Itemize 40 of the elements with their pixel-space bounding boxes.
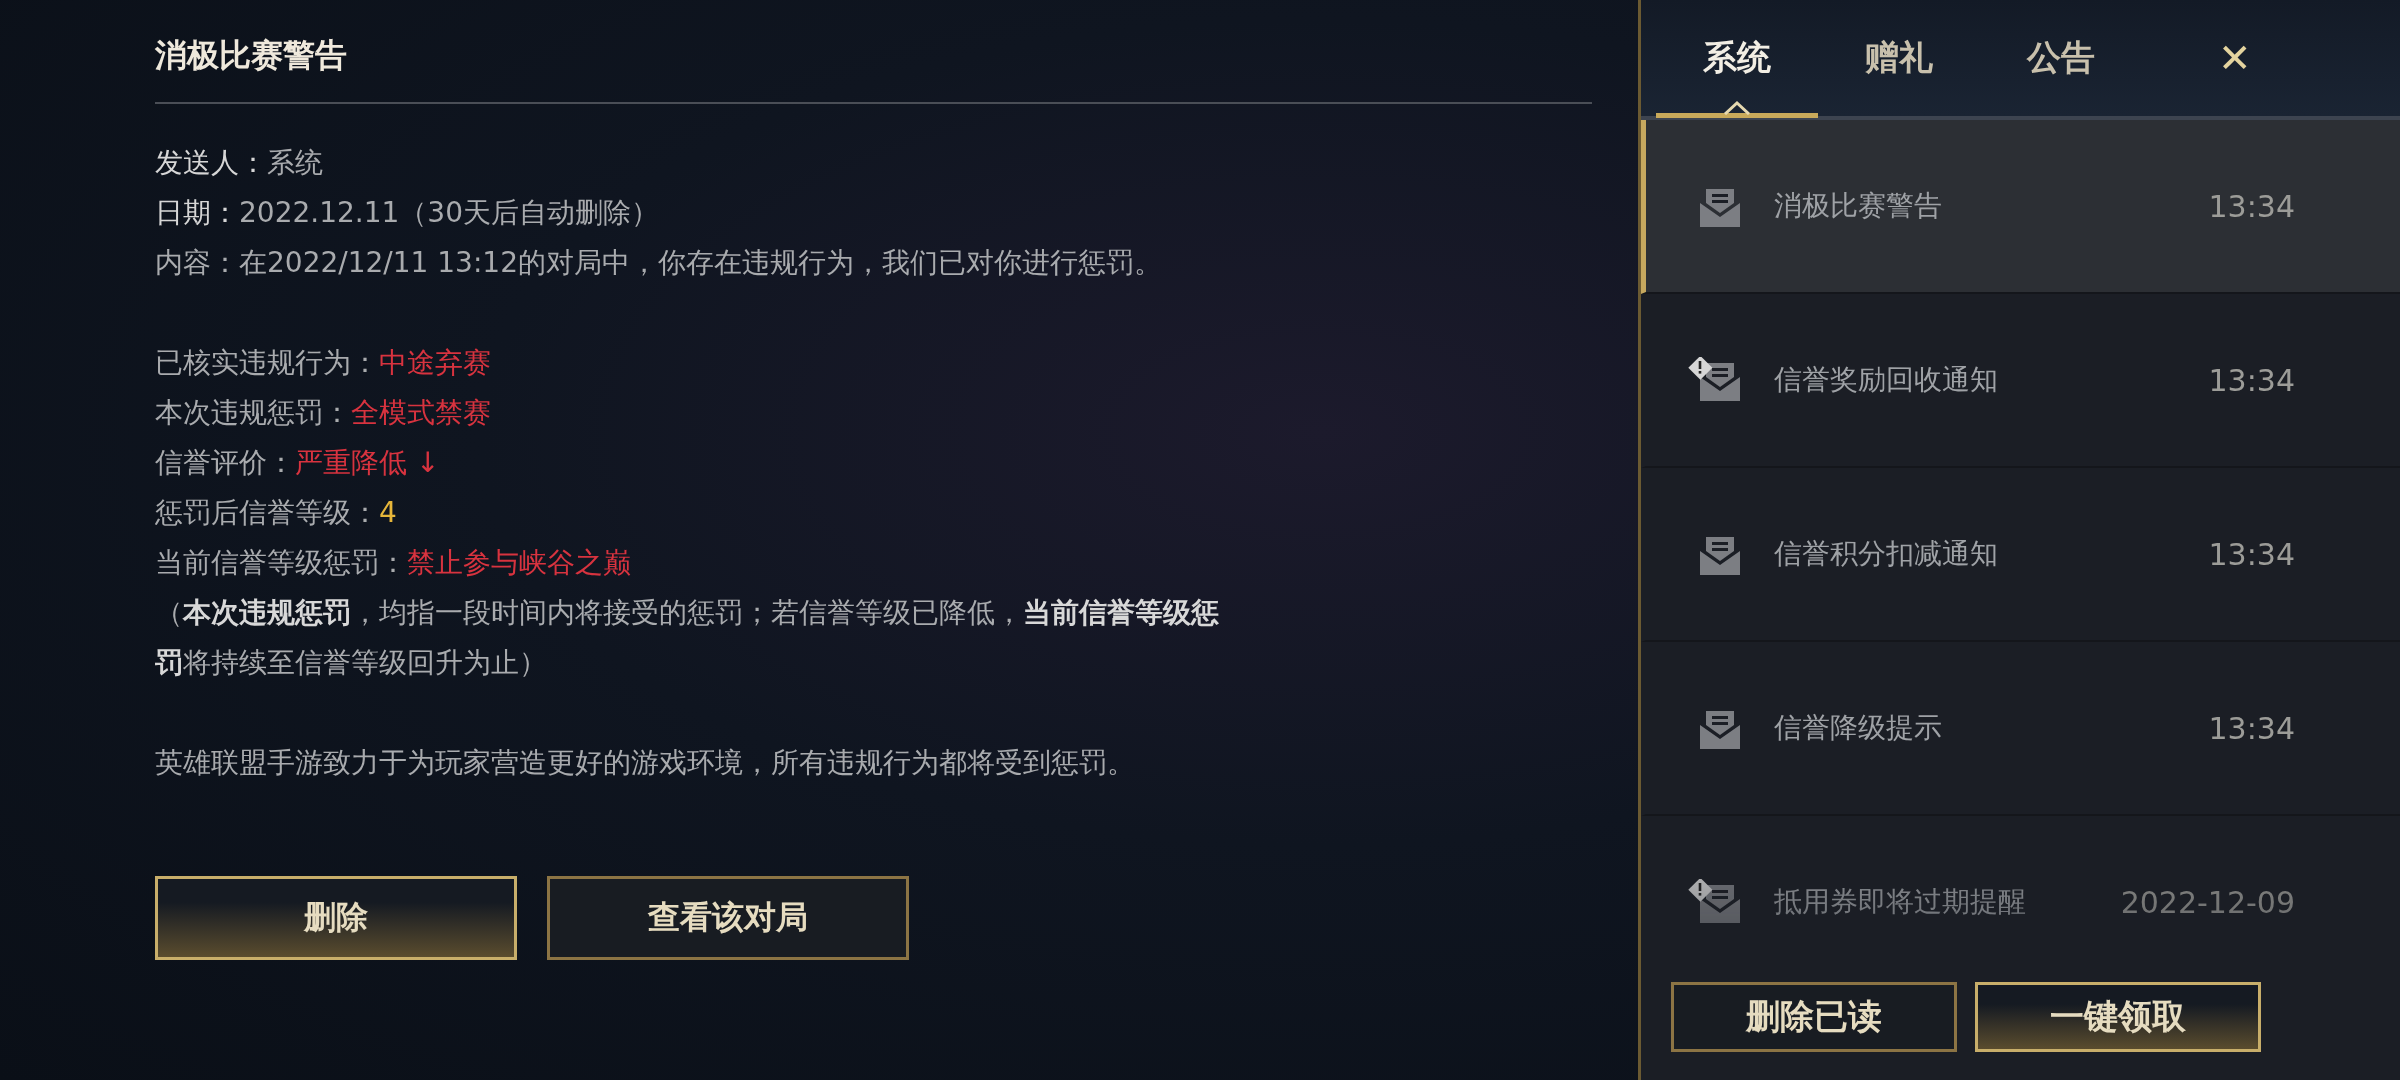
message-content: 内容：在2022/12/11 13:12的对局中，你存在违规行为，我们已对你进行惩罚。 (155, 245, 1163, 281)
mail-time: 13:34 (2208, 536, 2295, 572)
field-value: 4 (379, 495, 397, 531)
field-label: 本次违规惩罚： (155, 395, 351, 431)
field-label: 发送人： (155, 145, 267, 181)
delete-button[interactable]: 删除 (155, 876, 517, 960)
mail-time: 13:34 (2208, 362, 2295, 398)
field-value: 2022.12.11（30天后自动删除） (239, 195, 659, 231)
claim-all-button[interactable]: 一键领取 (1975, 982, 2262, 1052)
view-match-button[interactable]: 查看该对局 (547, 876, 909, 960)
tab[interactable]: 赠礼 (1818, 2, 1981, 118)
mail-title: 信誉积分扣减通知 (1774, 536, 2000, 572)
mail-item[interactable]: 消极比赛警告 13:34 (1641, 120, 2400, 294)
note-text: （本次违规惩罚，均指一段时间内将接受的惩罚；若信誉等级已降低，当前信誉等级惩罚将持续至信誉等级回升为止） (155, 595, 1220, 681)
mail-item[interactable]: 信誉奖励回收通知 13:34 (1641, 294, 2400, 468)
mail-time: 13:34 (2208, 188, 2295, 224)
field-label: 已核实违规行为： (155, 345, 379, 381)
mail-item[interactable]: 信誉降级提示 13:34 (1641, 642, 2400, 816)
mail-item[interactable]: 信誉积分扣减通知 13:34 (1641, 468, 2400, 642)
mail-title: 信誉奖励回收通知 (1774, 362, 2000, 398)
field-value: 中途弃赛 (379, 345, 491, 381)
field-value: 禁止参与峡谷之巅 (407, 545, 631, 581)
field-label: 惩罚后信誉等级： (155, 495, 379, 531)
field-label: 日期： (155, 195, 239, 231)
field-value: 严重降低 ↓ (295, 445, 440, 481)
field-label: 信誉评价： (155, 445, 295, 481)
close-button[interactable]: ✕ (2212, 34, 2258, 82)
tab[interactable]: 公告 (1980, 2, 2143, 118)
mail-title: 信誉降级提示 (1774, 710, 1944, 746)
field-label: 当前信誉等级惩罚： (155, 545, 407, 581)
mail-title: 消极比赛警告 (1774, 188, 1944, 224)
delete-read-button[interactable]: 删除已读 (1671, 982, 1958, 1052)
message-title: 消极比赛警告 (155, 28, 1593, 104)
caret-icon (1722, 99, 1753, 115)
footer-text: 英雄联盟手游致力于为玩家营造更好的游戏环境，所有违规行为都将受到惩罚。 (155, 745, 1136, 781)
mail-time: 13:34 (2208, 710, 2295, 746)
field-value: 全模式禁赛 (351, 395, 491, 431)
mail-title: 抵用券即将过期提醒 (1774, 884, 2028, 920)
field-value: 系统 (267, 145, 323, 181)
mail-time: 2022-12-09 (2120, 884, 2295, 920)
